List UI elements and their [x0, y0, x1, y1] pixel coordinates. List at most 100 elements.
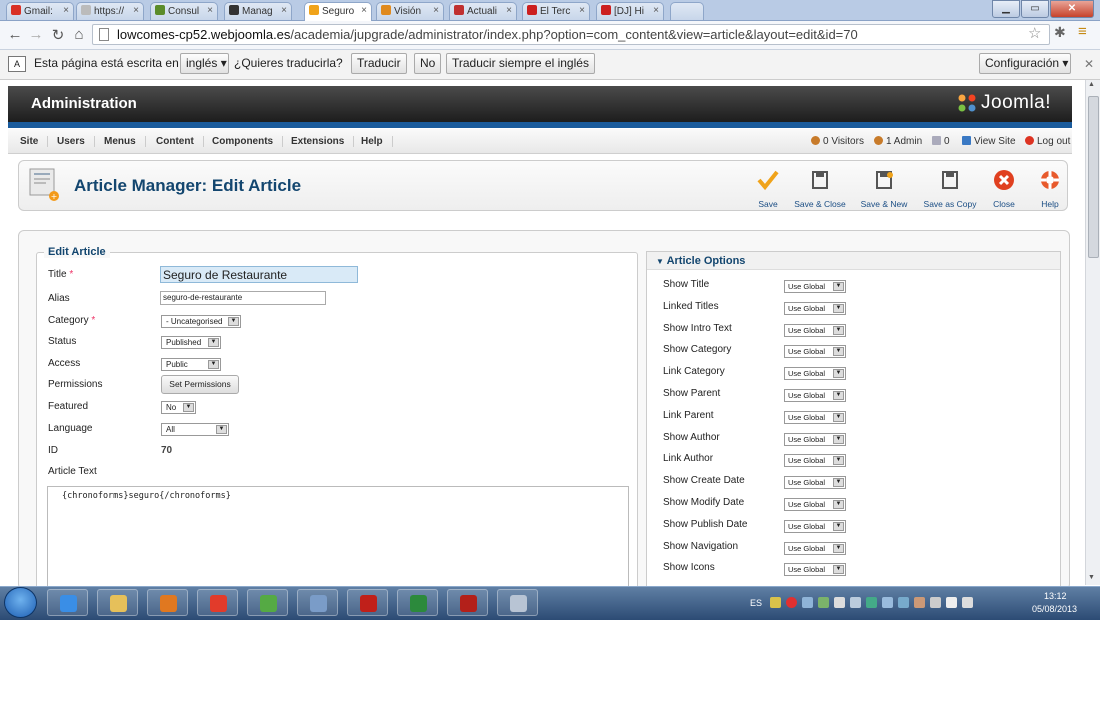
volume-icon[interactable]	[850, 597, 861, 608]
tab-close-icon[interactable]: ×	[653, 5, 659, 16]
new-tab-button[interactable]	[670, 2, 704, 20]
option-select[interactable]: Use Global ▼	[784, 410, 846, 424]
close-button[interactable]: Close	[991, 169, 1017, 209]
tab-close-icon[interactable]: ×	[361, 5, 367, 16]
menu-item-users[interactable]: Users	[57, 136, 95, 147]
option-select[interactable]: Use Global ▼	[784, 301, 846, 315]
volume-icon[interactable]	[962, 597, 973, 608]
tab-7[interactable]: Actuali ×	[449, 2, 517, 20]
tab-close-icon[interactable]: ×	[433, 5, 439, 16]
save-button[interactable]: Save	[756, 169, 780, 209]
network-icon[interactable]	[946, 597, 957, 608]
access-select[interactable]: Public ▼	[161, 358, 221, 371]
save-copy-button[interactable]: Save as Copy	[921, 169, 979, 209]
tab-close-icon[interactable]: ×	[207, 5, 213, 16]
close-window-button[interactable]: ✕	[1050, 0, 1094, 18]
no-button[interactable]: No	[414, 53, 442, 74]
option-select[interactable]: Use Global ▼	[784, 389, 846, 402]
view-site-link[interactable]: View Site	[962, 136, 1016, 147]
taskbar-app-button[interactable]	[297, 589, 338, 616]
save-new-button[interactable]: Save & New	[858, 169, 910, 209]
tab-close-icon[interactable]: ×	[579, 5, 585, 16]
scroll-down-icon[interactable]: ▼	[1088, 574, 1095, 581]
menu-item-menus[interactable]: Menus	[104, 136, 146, 147]
option-select[interactable]: Use Global ▼	[784, 280, 846, 293]
menu-item-help[interactable]: Help	[361, 136, 393, 147]
title-input[interactable]: Seguro de Restaurante	[160, 266, 358, 283]
taskbar-app-button[interactable]	[97, 589, 138, 616]
scroll-up-icon[interactable]: ▲	[1088, 81, 1095, 88]
messages-status[interactable]: 0	[932, 136, 950, 147]
chrome-menu-icon[interactable]: ≡	[1078, 23, 1087, 40]
option-select[interactable]: Use Global ▼	[784, 345, 846, 359]
minimize-button[interactable]: ▁	[992, 0, 1020, 18]
clock-date[interactable]: 05/08/2013	[1032, 604, 1077, 614]
input-language[interactable]: ES	[750, 598, 762, 608]
option-select[interactable]: Use Global ▼	[784, 367, 846, 381]
option-select[interactable]: Use Global ▼	[784, 498, 846, 511]
extension-icon[interactable]: ✱	[1054, 24, 1066, 41]
tab-close-icon[interactable]: ×	[281, 5, 287, 16]
taskbar-app-button[interactable]	[147, 589, 188, 616]
tray-app-icon[interactable]	[834, 597, 845, 608]
language-select[interactable]: All ▼	[161, 423, 229, 436]
tray-app-icon[interactable]	[914, 597, 925, 608]
option-select[interactable]: Use Global ▼	[784, 519, 846, 533]
taskbar-app-button[interactable]	[197, 589, 238, 616]
option-select[interactable]: Use Global ▼	[784, 476, 846, 490]
tray-alert-icon[interactable]	[786, 597, 797, 608]
tray-app-icon[interactable]	[818, 597, 829, 608]
close-translate-icon[interactable]: ✕	[1084, 57, 1094, 71]
bookmark-star-icon[interactable]: ☆	[1028, 24, 1041, 42]
option-select[interactable]: Use Global ▼	[784, 563, 846, 577]
help-button[interactable]: Help	[1038, 169, 1062, 209]
logout-link[interactable]: Log out	[1025, 136, 1070, 147]
tab-close-icon[interactable]: ×	[506, 5, 512, 16]
tray-app-icon[interactable]	[898, 597, 909, 608]
tray-app-icon[interactable]	[770, 597, 781, 608]
tab-5[interactable]: Seguro ×	[304, 2, 372, 21]
menu-item-components[interactable]: Components	[212, 136, 284, 147]
alias-input[interactable]: seguro-de-restaurante	[160, 291, 326, 305]
option-select[interactable]: Use Global ▼	[784, 432, 846, 446]
address-bar[interactable]: lowcomes-cp52.webjoomla.es/academia/jupg…	[92, 24, 1050, 45]
reload-icon[interactable]: ↻	[49, 26, 67, 44]
tab-close-icon[interactable]: ×	[133, 5, 139, 16]
taskbar-app-button[interactable]	[397, 589, 438, 616]
language-select[interactable]: inglés ▾	[180, 53, 229, 74]
featured-select[interactable]: No ▼	[161, 401, 196, 414]
translate-button[interactable]: Traducir	[351, 53, 407, 74]
article-options-title[interactable]: ▼ Article Options	[656, 255, 745, 267]
start-button[interactable]	[4, 587, 37, 618]
option-select[interactable]: Use Global ▼	[784, 454, 846, 468]
article-text-editor[interactable]: {chronoforms}seguro{/chronoforms}	[47, 486, 629, 590]
home-icon[interactable]: ⌂	[70, 26, 88, 43]
tab-4[interactable]: Manag ×	[224, 2, 292, 20]
status-select[interactable]: Published ▼	[161, 336, 221, 349]
option-select[interactable]: Use Global ▼	[784, 541, 846, 555]
option-select[interactable]: Use Global ▼	[784, 323, 846, 337]
tab-close-icon[interactable]: ×	[63, 5, 69, 16]
always-translate-button[interactable]: Traducir siempre el inglés	[446, 53, 595, 74]
scrollbar-thumb[interactable]	[1088, 96, 1099, 258]
tray-app-icon[interactable]	[882, 597, 893, 608]
tab-2[interactable]: https:// ×	[76, 2, 144, 20]
tray-app-icon[interactable]	[930, 597, 941, 608]
category-select[interactable]: - Uncategorised ▼	[161, 315, 241, 328]
menu-item-content[interactable]: Content	[156, 136, 204, 147]
tray-app-icon[interactable]	[802, 597, 813, 608]
tab-6[interactable]: Visión ×	[376, 2, 444, 20]
tray-app-icon[interactable]	[866, 597, 877, 608]
taskbar-app-button[interactable]	[447, 589, 488, 616]
tab-3[interactable]: Consul ×	[150, 2, 218, 20]
clock-time[interactable]: 13:12	[1044, 591, 1067, 601]
taskbar-app-button[interactable]	[497, 589, 538, 616]
save-close-button[interactable]: Save & Close	[793, 169, 847, 209]
menu-item-site[interactable]: Site	[20, 136, 49, 147]
forward-icon[interactable]: →	[27, 26, 45, 43]
translate-settings-button[interactable]: Configuración ▾	[979, 53, 1071, 74]
taskbar-app-button[interactable]	[247, 589, 288, 616]
tab-1[interactable]: Gmail: ×	[6, 2, 74, 20]
set-permissions-button[interactable]: Set Permissions	[161, 375, 239, 394]
tab-8[interactable]: El Terc ×	[522, 2, 590, 20]
